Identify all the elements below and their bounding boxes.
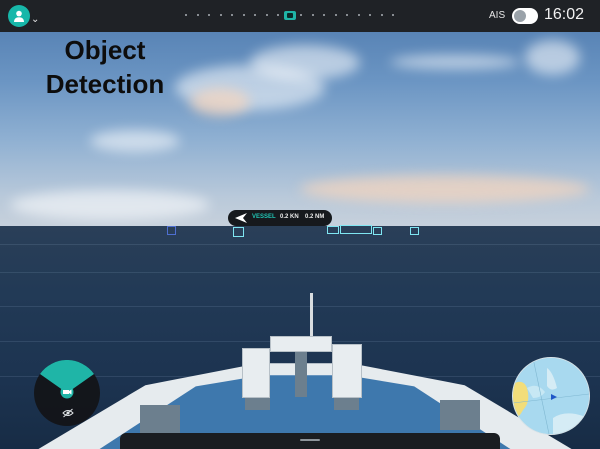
- deck-equipment: [440, 400, 480, 430]
- page-dot[interactable]: [185, 14, 187, 16]
- detection-box[interactable]: [233, 227, 244, 237]
- deck-equipment: [242, 348, 270, 398]
- page-dot[interactable]: [392, 14, 394, 16]
- cloud: [90, 130, 180, 152]
- page-dot[interactable]: [369, 14, 371, 16]
- title-line-1: Object: [64, 35, 146, 65]
- detection-box[interactable]: [340, 225, 372, 234]
- drawer-handle[interactable]: [300, 439, 320, 441]
- top-bar: ⌄ AIS 16:02: [0, 0, 600, 32]
- ais-toggle[interactable]: [512, 8, 538, 24]
- page-dot[interactable]: [208, 14, 210, 16]
- camera-icon: [60, 385, 74, 399]
- toggle-knob: [514, 10, 526, 22]
- minimap-icon[interactable]: [512, 357, 590, 435]
- page-dot[interactable]: [265, 14, 268, 16]
- deck-equipment: [295, 352, 307, 397]
- page-dot[interactable]: [380, 14, 383, 16]
- ais-label: AIS: [489, 10, 506, 21]
- cloud: [190, 88, 250, 116]
- detection-box[interactable]: [373, 227, 382, 235]
- cloud: [300, 175, 590, 203]
- cloud: [390, 55, 520, 69]
- detection-box[interactable]: [167, 226, 176, 235]
- vessel-tag[interactable]: VESSEL 0.2 KN 0.2 NM: [228, 210, 332, 226]
- page-dot[interactable]: [334, 14, 337, 16]
- cloud: [525, 40, 580, 75]
- page-indicator-active[interactable]: [283, 11, 296, 20]
- wave-line: [0, 306, 600, 307]
- page-dot[interactable]: [231, 14, 233, 16]
- wave-line: [0, 244, 600, 245]
- deck-equipment: [245, 398, 270, 410]
- overlay-title: Object Detection: [25, 33, 185, 101]
- deck-equipment: [332, 344, 362, 398]
- detection-box[interactable]: [410, 227, 419, 235]
- page-dot[interactable]: [196, 14, 199, 16]
- page-dot[interactable]: [323, 14, 325, 16]
- minimap-graphic: [513, 358, 589, 434]
- vessel-type: VESSEL: [252, 214, 276, 220]
- page-indicator: [0, 11, 600, 21]
- page-dot[interactable]: [277, 14, 279, 16]
- vessel-speed: 0.2 KN: [280, 214, 299, 220]
- page-dot[interactable]: [254, 14, 256, 16]
- title-line-2: Detection: [45, 69, 165, 99]
- wave-line: [0, 272, 600, 273]
- cloud: [250, 45, 360, 80]
- page-dot[interactable]: [357, 14, 360, 16]
- page-dot[interactable]: [346, 14, 348, 16]
- detection-box[interactable]: [327, 226, 339, 234]
- cloud: [10, 190, 210, 220]
- heading-arrow-icon: [235, 213, 247, 223]
- page-dot[interactable]: [242, 14, 245, 16]
- deck-equipment: [270, 336, 332, 352]
- deck-equipment: [140, 405, 180, 435]
- page-dot[interactable]: [311, 14, 314, 16]
- deck-equipment: [334, 398, 359, 410]
- bottom-drawer[interactable]: [120, 433, 500, 449]
- page-dot[interactable]: [219, 14, 222, 16]
- clock: 16:02: [544, 6, 585, 23]
- page-dot[interactable]: [300, 14, 302, 16]
- eye-off-icon[interactable]: [62, 408, 74, 418]
- vessel-distance: 0.2 NM: [305, 214, 325, 220]
